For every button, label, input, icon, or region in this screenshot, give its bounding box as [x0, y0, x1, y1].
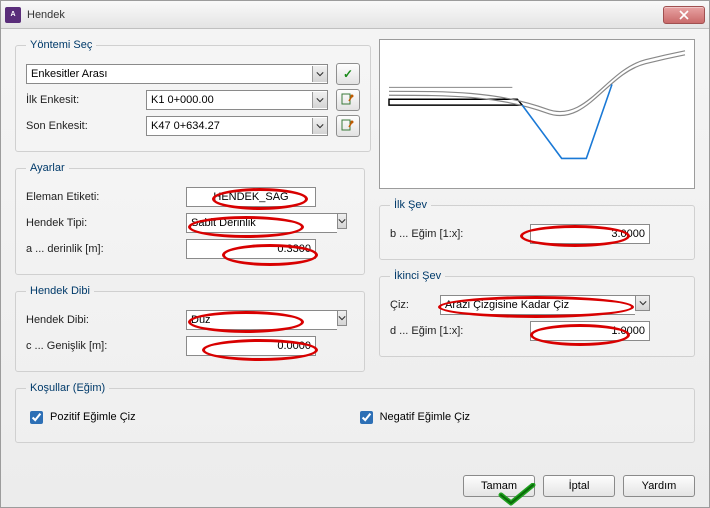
- bottom-legend: Hendek Dibi: [26, 285, 94, 297]
- element-label-label: Eleman Etiketi:: [26, 191, 186, 203]
- chevron-down-icon: [312, 118, 327, 134]
- draw-label: Çiz:: [390, 299, 440, 311]
- depth-label: a ... derinlik [m]:: [26, 243, 186, 255]
- slope2-label: d ... Eğim [1:x]:: [390, 325, 530, 337]
- last-section-label: Son Enkesit:: [26, 120, 146, 132]
- pick-section-icon: [341, 119, 355, 133]
- chevron-down-icon: [337, 310, 347, 326]
- positive-slope-checkbox[interactable]: Pozitif Eğimle Çiz: [26, 408, 136, 427]
- bottom-group: Hendek Dibi Hendek Dibi: c ... Genişlik …: [15, 285, 365, 372]
- close-button[interactable]: [663, 6, 705, 24]
- preview-drawing: [380, 40, 694, 188]
- slope1-input[interactable]: [530, 224, 650, 244]
- dialog-window: A Hendek Yöntemi Seç Enkesitler Arası: [0, 0, 710, 508]
- chevron-down-icon: [337, 213, 347, 229]
- method-legend: Yöntemi Seç: [26, 39, 96, 51]
- slope2-legend: İkinci Şev: [390, 270, 445, 282]
- titlebar: A Hendek: [1, 1, 709, 29]
- check-icon: ✓: [343, 67, 353, 81]
- settings-legend: Ayarlar: [26, 162, 69, 174]
- slope2-input[interactable]: [530, 321, 650, 341]
- slope2-group: İkinci Şev Çiz: d ... Eğim [1:x]:: [379, 270, 695, 357]
- negative-slope-check[interactable]: [360, 411, 373, 424]
- last-section-combo[interactable]: K47 0+634.27: [146, 116, 328, 136]
- draw-mode-select[interactable]: [440, 295, 650, 315]
- chevron-down-icon: [635, 295, 650, 311]
- section-preview: [379, 39, 695, 189]
- positive-slope-check[interactable]: [30, 411, 43, 424]
- negative-slope-label: Negatif Eğimle Çiz: [380, 411, 470, 423]
- first-section-pick-button[interactable]: [336, 89, 360, 111]
- help-button[interactable]: Yardım: [623, 475, 695, 497]
- app-icon: A: [5, 7, 21, 23]
- method-confirm-button[interactable]: ✓: [336, 63, 360, 85]
- ditch-type-select[interactable]: [186, 213, 318, 233]
- negative-slope-checkbox[interactable]: Negatif Eğimle Çiz: [356, 408, 470, 427]
- chevron-down-icon: [312, 92, 327, 108]
- width-label: c ... Genişlik [m]:: [26, 340, 186, 352]
- close-icon: [679, 10, 689, 20]
- dialog-buttons: Tamam İptal Yardım: [463, 475, 695, 497]
- cancel-button[interactable]: İptal: [543, 475, 615, 497]
- slope1-label: b ... Eğim [1:x]:: [390, 228, 530, 240]
- positive-slope-label: Pozitif Eğimle Çiz: [50, 411, 136, 423]
- conditions-legend: Koşullar (Eğim): [26, 382, 109, 394]
- method-mode-combo[interactable]: Enkesitler Arası: [26, 64, 328, 84]
- first-section-combo[interactable]: K1 0+000.00: [146, 90, 328, 110]
- last-section-value: K47 0+634.27: [151, 120, 220, 132]
- window-title: Hendek: [27, 9, 663, 21]
- settings-group: Ayarlar Eleman Etiketi: Hendek Tipi: a .: [15, 162, 365, 275]
- width-input[interactable]: [186, 336, 316, 356]
- pick-section-icon: [341, 93, 355, 107]
- first-section-value: K1 0+000.00: [151, 94, 214, 106]
- chevron-down-icon: [312, 66, 327, 82]
- first-section-label: İlk Enkesit:: [26, 94, 146, 106]
- depth-input[interactable]: [186, 239, 316, 259]
- method-mode-value: Enkesitler Arası: [31, 68, 107, 80]
- last-section-pick-button[interactable]: [336, 115, 360, 137]
- ditch-type-label: Hendek Tipi:: [26, 217, 186, 229]
- method-group: Yöntemi Seç Enkesitler Arası ✓ İlk Enkes…: [15, 39, 371, 152]
- element-label-input[interactable]: [186, 187, 316, 207]
- draw-mode-value: [440, 295, 635, 315]
- slope1-group: İlk Şev b ... Eğim [1:x]:: [379, 199, 695, 260]
- bottom-type-label: Hendek Dibi:: [26, 314, 186, 326]
- ditch-type-value: [186, 213, 337, 233]
- bottom-type-value: [186, 310, 337, 330]
- slope1-legend: İlk Şev: [390, 199, 431, 211]
- bottom-type-select[interactable]: [186, 310, 318, 330]
- ok-button[interactable]: Tamam: [463, 475, 535, 497]
- conditions-group: Koşullar (Eğim) Pozitif Eğimle Çiz Negat…: [15, 382, 695, 443]
